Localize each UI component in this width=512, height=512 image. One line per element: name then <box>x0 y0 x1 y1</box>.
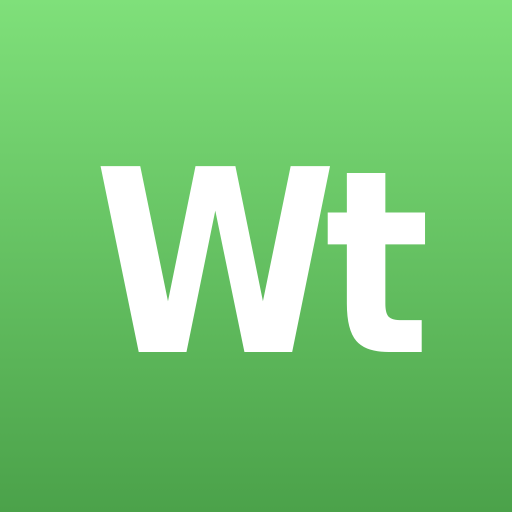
monogram-text: Wt <box>94 116 426 413</box>
app-icon-tile: Wt <box>0 0 512 512</box>
app-icon-graphic: Wt <box>0 0 512 512</box>
